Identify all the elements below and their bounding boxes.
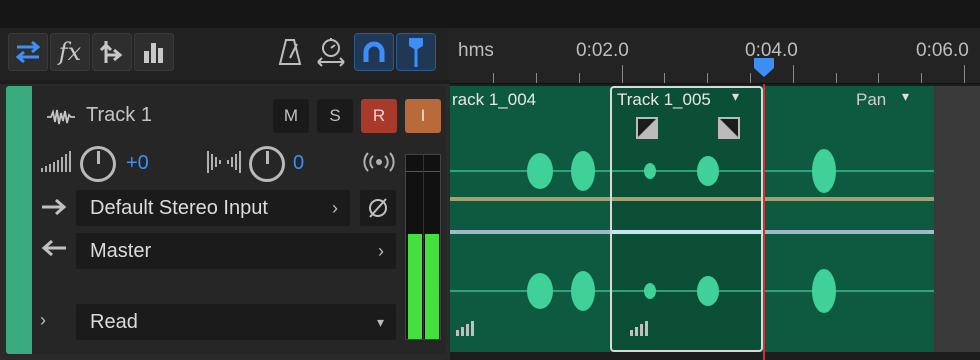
timeline-ruler[interactable]: hms 0:02.0 0:04.0 0:06.0	[450, 28, 980, 84]
ruler-tick	[707, 73, 708, 83]
title-bar-strip	[0, 0, 980, 28]
ruler-tick	[493, 73, 494, 83]
pan-knob[interactable]	[249, 146, 285, 182]
chevron-right-icon: ›	[378, 241, 384, 261]
ruler-time-label: 0:06.0	[916, 40, 969, 61]
playhead-line[interactable]	[763, 84, 765, 360]
input-select[interactable]: Default Stereo Input ›	[76, 190, 350, 226]
chevron-right-icon: ›	[332, 198, 338, 218]
input-arrow-icon	[42, 198, 67, 216]
ruler-unit-label: hms	[458, 40, 494, 61]
output-select[interactable]: Master ›	[76, 233, 396, 269]
view-button-group: fx	[8, 33, 174, 71]
ruler-tick	[750, 73, 751, 83]
automation-lane-label[interactable]: Pan	[856, 90, 886, 110]
solo-button[interactable]: S	[317, 99, 353, 133]
stopwatch-button[interactable]	[311, 33, 351, 71]
editor-toolbar: fx	[0, 28, 450, 80]
snap-magnet-button[interactable]	[354, 33, 394, 71]
snap-magnet-icon	[363, 41, 385, 62]
snap-marker-button[interactable]	[396, 33, 436, 71]
record-arm-button[interactable]: R	[361, 99, 397, 133]
ruler-tick	[664, 73, 665, 83]
waveform-track-icon	[47, 108, 75, 125]
clip-label[interactable]: rack 1_004	[452, 90, 536, 110]
chevron-down-icon: ▾	[376, 314, 384, 330]
volume-value[interactable]: +0	[126, 152, 149, 175]
ruler-tick	[878, 73, 879, 83]
sends-button[interactable]	[92, 33, 132, 71]
meter-view-button[interactable]	[134, 33, 174, 71]
switch-view-button[interactable]	[8, 33, 48, 71]
ruler-tick	[536, 73, 537, 83]
pan-icon	[207, 151, 241, 173]
output-select-value: Master	[90, 239, 152, 262]
switch-view-icon	[15, 40, 41, 64]
meter-view-icon	[144, 43, 163, 63]
track-color-strip[interactable]	[6, 86, 32, 354]
automation-menu-chevron-icon[interactable]: ▾	[902, 88, 909, 105]
pan-value[interactable]: 0	[293, 152, 304, 175]
ruler-tick	[579, 73, 580, 83]
automation-mode-value: Read	[90, 310, 138, 333]
ruler-tick	[622, 65, 623, 83]
ruler-tick	[921, 73, 922, 83]
track-name-label[interactable]: Track 1	[86, 104, 152, 127]
mute-button[interactable]: M	[273, 99, 309, 133]
ruler-time-label: 0:02.0	[576, 40, 629, 61]
effects-rack-button[interactable]: fx	[50, 33, 90, 71]
selected-clip-outline[interactable]	[610, 86, 763, 352]
input-select-value: Default Stereo Input	[90, 196, 268, 219]
output-arrow-icon	[41, 239, 66, 257]
ruler-tick	[964, 65, 965, 83]
monitor-input-button[interactable]: I	[405, 99, 441, 133]
automation-mode-select[interactable]: Read ▾	[76, 304, 396, 340]
volume-knob[interactable]	[80, 146, 116, 182]
ruler-tick	[793, 65, 794, 83]
phase-invert-icon	[369, 198, 387, 218]
meter-divider	[423, 155, 424, 339]
metronome-icon	[278, 39, 302, 65]
volume-icon	[41, 151, 71, 172]
metronome-button[interactable]	[270, 33, 310, 71]
ruler-tick	[836, 73, 837, 83]
lane-overflow-area	[934, 86, 980, 352]
track-level-meter	[405, 154, 441, 340]
playhead-handle-icon[interactable]	[752, 56, 776, 78]
meter-bar-right	[425, 234, 439, 339]
fx-icon: fx	[58, 38, 82, 66]
send-icon	[99, 41, 123, 63]
expand-automation-icon[interactable]: ›	[40, 310, 46, 331]
meter-bar-left	[408, 234, 422, 339]
phase-invert-button[interactable]	[360, 190, 396, 226]
snap-marker-icon	[409, 38, 423, 67]
stopwatch-icon	[317, 38, 345, 67]
broadcast-monitor-icon[interactable]	[362, 152, 396, 172]
